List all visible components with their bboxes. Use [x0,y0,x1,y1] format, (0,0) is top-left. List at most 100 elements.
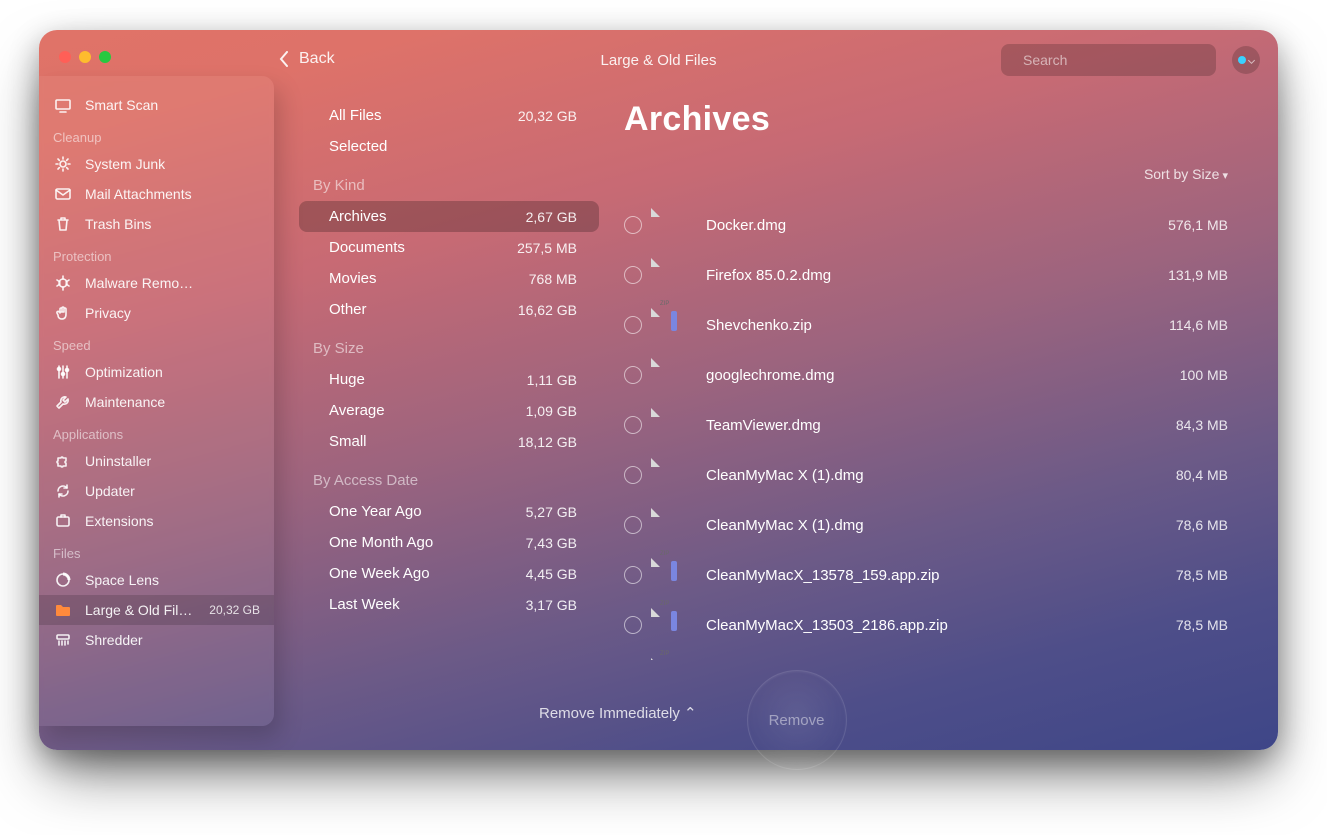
sidebar-item-malware-removal[interactable]: Malware Removal [39,268,274,298]
file-row[interactable]: ZIP CleanMyMacX_13491_2185.app.zip 78,5 … [624,650,1228,660]
checkbox[interactable] [624,466,642,484]
filter-row[interactable]: Last Week 3,17 GB [299,589,599,620]
maximize-window-icon[interactable] [99,51,111,63]
sidebar-item-space-lens[interactable]: Space Lens [39,565,274,595]
filter-row[interactable]: All Files 20,32 GB [299,100,599,131]
file-size: 78,5 MB [1176,617,1228,633]
file-row[interactable]: googlechrome.dmg 100 MB [624,350,1228,400]
sidebar-item-system-junk[interactable]: System Junk [39,149,274,179]
file-name: CleanMyMac X (1).dmg [706,517,1158,534]
window-controls [59,51,111,63]
wrench-icon [53,393,73,411]
filter-name: One Week Ago [329,565,430,582]
file-name: TeamViewer.dmg [706,417,1158,434]
shred-icon [53,631,73,649]
search-input[interactable] [1023,52,1204,68]
filter-name: Average [329,402,385,419]
mail-icon [53,185,73,203]
sidebar-heading: Protection [39,239,274,268]
monitor-icon [53,96,73,114]
sidebar-item-mail-attachments[interactable]: Mail Attachments [39,179,274,209]
file-row[interactable]: Firefox 85.0.2.dmg 131,9 MB [624,250,1228,300]
sidebar-item-uninstaller[interactable]: Uninstaller [39,446,274,476]
filter-row[interactable]: One Week Ago 4,45 GB [299,558,599,589]
checkbox[interactable] [624,366,642,384]
sidebar-item-trash-bins[interactable]: Trash Bins [39,209,274,239]
file-row[interactable]: CleanMyMac X (1).dmg 78,6 MB [624,500,1228,550]
close-window-icon[interactable] [59,51,71,63]
sidebar-item-shredder[interactable]: Shredder [39,625,274,655]
filter-name: Other [329,301,367,318]
checkbox[interactable] [624,516,642,534]
filter-row[interactable]: Selected [299,131,599,162]
remove-button-label: Remove [769,712,825,729]
app-window: Back Large & Old Files All Files 20,32 G… [39,30,1278,750]
filter-row[interactable]: Average 1,09 GB [299,395,599,426]
sidebar-item-label: Space Lens [85,572,159,588]
sort-dropdown[interactable]: Sort by Size [1144,166,1228,182]
sidebar-item-label: Optimization [85,364,163,380]
checkbox[interactable] [624,616,642,634]
sidebar-item-smart-scan[interactable]: Smart Scan [39,90,274,120]
file-size: 78,6 MB [1176,517,1228,533]
minimize-window-icon[interactable] [79,51,91,63]
remove-button[interactable]: Remove [747,670,847,770]
file-row[interactable]: Docker.dmg 576,1 MB [624,200,1228,250]
back-label: Back [299,50,335,68]
remove-mode-dropdown[interactable]: Remove Immediately [539,704,697,722]
filter-name: Small [329,433,367,450]
section-heading: Archives [624,100,1228,139]
filter-group-heading: By Kind [299,170,599,201]
sidebar-item-badge: 20,32 GB [209,603,260,617]
filter-row[interactable]: Archives 2,67 GB [299,201,599,232]
sidebar-item-privacy[interactable]: Privacy [39,298,274,328]
search-field[interactable] [1001,44,1216,76]
filter-value: 16,62 GB [518,302,577,318]
sidebar-item-large-old-fil-[interactable]: Large & Old Fil… 20,32 GB [39,595,274,625]
file-row[interactable]: ZIP CleanMyMacX_13578_159.app.zip 78,5 M… [624,550,1228,600]
page-title: Large & Old Files [601,52,717,69]
filter-row[interactable]: Other 16,62 GB [299,294,599,325]
file-row[interactable]: TeamViewer.dmg 84,3 MB [624,400,1228,450]
sidebar-item-maintenance[interactable]: Maintenance [39,387,274,417]
checkbox[interactable] [624,566,642,584]
back-button[interactable]: Back [279,50,335,68]
puzzle-icon [53,452,73,470]
file-row[interactable]: ZIP Shevchenko.zip 114,6 MB [624,300,1228,350]
file-row[interactable]: ZIP CleanMyMacX_13503_2186.app.zip 78,5 … [624,600,1228,650]
sidebar-heading: Applications [39,417,274,446]
filter-row[interactable]: One Month Ago 7,43 GB [299,527,599,558]
hand-icon [53,304,73,322]
file-name: Docker.dmg [706,217,1150,234]
file-size: 131,9 MB [1168,267,1228,283]
checkbox[interactable] [624,416,642,434]
zip-file-icon: ZIP [660,608,688,642]
sidebar-item-label: Trash Bins [85,216,151,232]
file-name: CleanMyMacX_13503_2186.app.zip [706,617,1158,634]
sidebar-item-updater[interactable]: Updater [39,476,274,506]
file-name: googlechrome.dmg [706,367,1162,384]
filter-row[interactable]: Movies 768 MB [299,263,599,294]
filter-value: 4,45 GB [526,566,577,582]
sidebar-item-extensions[interactable]: Extensions [39,506,274,536]
filter-name: Huge [329,371,365,388]
sidebar-heading: Files [39,536,274,565]
filter-value: 768 MB [529,271,577,287]
checkbox[interactable] [624,266,642,284]
sidebar-item-optimization[interactable]: Optimization [39,357,274,387]
filter-row[interactable]: One Year Ago 5,27 GB [299,496,599,527]
filter-row[interactable]: Documents 257,5 MB [299,232,599,263]
account-menu[interactable] [1232,46,1260,74]
filter-row[interactable]: Small 18,12 GB [299,426,599,457]
file-name: Firefox 85.0.2.dmg [706,267,1150,284]
refresh-icon [53,482,73,500]
filter-row[interactable]: Huge 1,11 GB [299,364,599,395]
sidebar-item-label: Privacy [85,305,131,321]
checkbox[interactable] [624,316,642,334]
sidebar-item-label: Malware Removal [85,275,195,291]
file-size: 100 MB [1180,367,1228,383]
dmg-file-icon [660,458,688,492]
checkbox[interactable] [624,216,642,234]
file-row[interactable]: CleanMyMac X (1).dmg 80,4 MB [624,450,1228,500]
file-list-panel: Archives Sort by Size Docker.dmg 576,1 M… [624,100,1228,660]
